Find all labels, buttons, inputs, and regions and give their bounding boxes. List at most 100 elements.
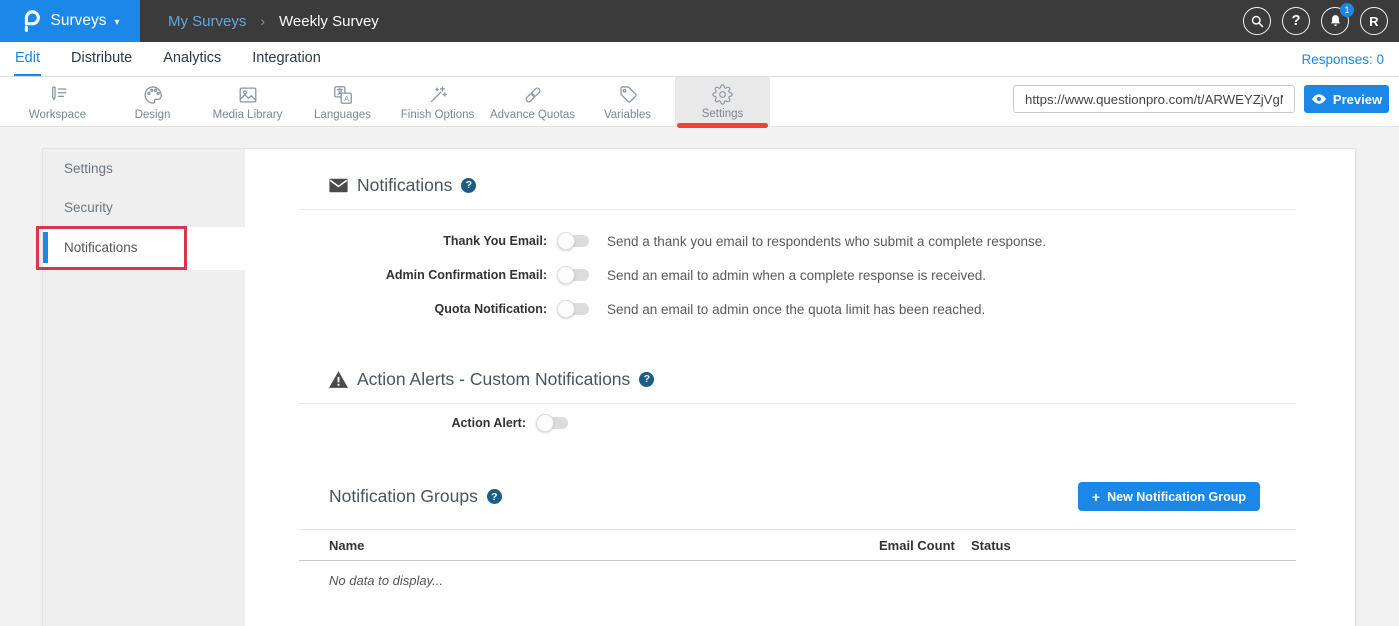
- sidebar-item-security[interactable]: Security: [43, 188, 245, 227]
- responses-count[interactable]: Responses: 0: [1301, 52, 1384, 67]
- design-icon: [142, 84, 164, 106]
- toolbar-item-variables[interactable]: Variables: [580, 77, 675, 127]
- action-alert-row: Action Alert:: [299, 406, 1296, 440]
- thank-you-email-toggle[interactable]: [559, 235, 589, 247]
- breadcrumb-current-survey: Weekly Survey: [279, 13, 379, 30]
- settings-page: Settings Security Notifications Notifica…: [0, 127, 1399, 626]
- setting-label: Quota Notification:: [299, 302, 547, 316]
- help-icon[interactable]: ?: [639, 372, 654, 387]
- edit-toolbar: Workspace Design Media Library: [0, 77, 1399, 127]
- new-group-button-label: New Notification Group: [1107, 490, 1246, 504]
- surveys-product-menu[interactable]: Surveys ▾: [0, 0, 140, 42]
- tab-edit[interactable]: Edit: [14, 42, 41, 76]
- section-title: Action Alerts - Custom Notifications: [357, 369, 630, 390]
- settings-sidebar: Settings Security Notifications: [43, 149, 245, 626]
- survey-url-input[interactable]: [1013, 85, 1295, 113]
- header-actions: ? 1 R: [1243, 7, 1388, 35]
- column-status: Status: [971, 538, 1296, 553]
- admin-confirmation-email-row: Admin Confirmation Email: Send an email …: [299, 258, 1296, 292]
- avatar[interactable]: R: [1360, 7, 1388, 35]
- chevron-down-icon: ▾: [114, 17, 119, 28]
- annotation-settings-underline: [677, 123, 768, 128]
- languages-icon: A: [332, 84, 354, 106]
- toolbar-item-workspace[interactable]: Workspace: [10, 77, 105, 127]
- finish-options-icon: [427, 84, 449, 106]
- eye-icon: [1311, 93, 1327, 105]
- toggle-knob: [557, 300, 575, 318]
- groups-table-empty-text: No data to display...: [329, 573, 1296, 588]
- quota-notification-row: Quota Notification: Send an email to adm…: [299, 292, 1296, 326]
- settings-card: Settings Security Notifications Notifica…: [42, 148, 1356, 626]
- notifications-button[interactable]: 1: [1321, 7, 1349, 35]
- toolbar-item-finish-options[interactable]: Finish Options: [390, 77, 485, 127]
- column-name: Name: [299, 538, 879, 553]
- new-notification-group-button[interactable]: + New Notification Group: [1078, 482, 1260, 511]
- section-title: Notification Groups: [329, 486, 478, 507]
- media-library-icon: [237, 84, 259, 106]
- variables-icon: [617, 84, 639, 106]
- action-alerts-section-header: Action Alerts - Custom Notifications ?: [329, 368, 1296, 390]
- notification-count-badge: 1: [1340, 3, 1354, 17]
- toolbar-item-settings[interactable]: Settings: [675, 77, 770, 127]
- bell-icon: [1328, 13, 1343, 29]
- toolbar-item-label: Advance Quotas: [490, 109, 575, 121]
- search-icon: [1250, 14, 1265, 29]
- toolbar-item-design[interactable]: Design: [105, 77, 200, 127]
- search-button[interactable]: [1243, 7, 1271, 35]
- toggle-knob: [536, 414, 554, 432]
- toolbar-item-label: Design: [135, 109, 171, 121]
- toggle-knob: [557, 232, 575, 250]
- tab-analytics[interactable]: Analytics: [162, 42, 222, 76]
- svg-text:A: A: [344, 94, 349, 103]
- section-title: Notifications: [357, 175, 452, 196]
- groups-title: Notification Groups ?: [329, 486, 502, 507]
- workspace-icon: [47, 84, 69, 106]
- envelope-icon: [329, 178, 348, 193]
- breadcrumb: My Surveys › Weekly Survey: [168, 13, 379, 30]
- section-divider: [299, 403, 1296, 404]
- quota-notification-toggle[interactable]: [559, 303, 589, 315]
- help-icon[interactable]: ?: [461, 178, 476, 193]
- setting-label: Action Alert:: [299, 416, 526, 430]
- preview-button[interactable]: Preview: [1304, 85, 1389, 113]
- notifications-section-header: Notifications ?: [329, 174, 1296, 196]
- tab-integration[interactable]: Integration: [251, 42, 322, 76]
- toggle-knob: [557, 266, 575, 284]
- toolbar-item-label: Workspace: [29, 109, 86, 121]
- sidebar-item-notifications[interactable]: Notifications: [43, 227, 245, 268]
- column-email-count: Email Count: [879, 538, 971, 553]
- breadcrumb-my-surveys[interactable]: My Surveys: [168, 13, 246, 30]
- settings-gear-icon: [712, 84, 733, 105]
- tab-distribute[interactable]: Distribute: [70, 42, 133, 76]
- warning-triangle-icon: [329, 371, 348, 388]
- questionpro-logo-icon: [20, 9, 42, 33]
- setting-description: Send an email to admin when a complete r…: [607, 268, 986, 283]
- toolbar-item-advance-quotas[interactable]: Advance Quotas: [485, 77, 580, 127]
- breadcrumb-separator-icon: ›: [260, 13, 265, 29]
- action-alert-toggle[interactable]: [538, 417, 568, 429]
- help-button[interactable]: ?: [1282, 7, 1310, 35]
- help-icon: ?: [1292, 13, 1301, 29]
- product-name: Surveys: [50, 12, 106, 30]
- setting-description: Send a thank you email to respondents wh…: [607, 234, 1046, 249]
- toolbar-item-label: Media Library: [213, 109, 283, 121]
- toolbar-item-label: Settings: [702, 108, 744, 120]
- notifications-content: Notifications ? Thank You Email: Send a …: [245, 149, 1355, 626]
- toolbar-item-languages[interactable]: A Languages: [295, 77, 390, 127]
- notification-toggles: Thank You Email: Send a thank you email …: [299, 224, 1296, 326]
- toolbar-item-label: Finish Options: [401, 109, 475, 121]
- toolbar-item-media-library[interactable]: Media Library: [200, 77, 295, 127]
- plus-icon: +: [1092, 489, 1100, 505]
- sidebar-item-settings[interactable]: Settings: [43, 149, 245, 188]
- top-header: Surveys ▾ My Surveys › Weekly Survey ?: [0, 0, 1399, 42]
- setting-description: Send an email to admin once the quota li…: [607, 302, 985, 317]
- admin-confirmation-email-toggle[interactable]: [559, 269, 589, 281]
- survey-nav-tabs: Edit Distribute Analytics Integration Re…: [0, 42, 1399, 77]
- toolbar-item-label: Variables: [604, 109, 651, 121]
- setting-label: Thank You Email:: [299, 234, 547, 248]
- preview-button-label: Preview: [1333, 92, 1382, 107]
- help-icon[interactable]: ?: [487, 489, 502, 504]
- advance-quotas-icon: [522, 84, 544, 106]
- thank-you-email-row: Thank You Email: Send a thank you email …: [299, 224, 1296, 258]
- toolbar-item-label: Languages: [314, 109, 371, 121]
